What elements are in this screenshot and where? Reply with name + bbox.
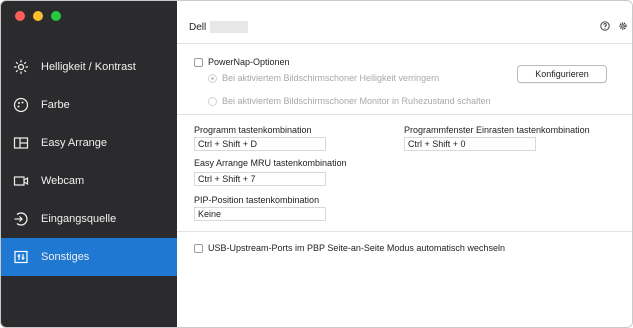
input-source-icon bbox=[13, 211, 29, 227]
usb-option: USB-Upstream-Ports im PBP Seite-an-Seite… bbox=[194, 243, 505, 253]
sidebar-item-color[interactable]: Farbe bbox=[1, 86, 177, 124]
minimize-window-button[interactable] bbox=[33, 11, 43, 21]
brightness-icon bbox=[13, 59, 29, 75]
usb-checkbox[interactable] bbox=[194, 243, 203, 253]
easy-arrange-icon bbox=[13, 135, 29, 151]
program-shortcut-field[interactable]: Ctrl + Shift + D bbox=[194, 137, 326, 151]
monitor-model-redacted bbox=[210, 21, 249, 33]
sleep-label: Bei aktiviertem Bildschirmschoner Monito… bbox=[222, 96, 491, 106]
gear-icon[interactable] bbox=[618, 21, 628, 33]
sidebar-item-label: Sonstiges bbox=[41, 251, 90, 263]
close-window-button[interactable] bbox=[15, 11, 25, 21]
powernap-label: PowerNap-Optionen bbox=[208, 57, 290, 67]
pip-shortcut-label: PIP-Position tastenkombination bbox=[194, 195, 320, 205]
sidebar-item-label: Eingangsquelle bbox=[41, 213, 117, 225]
dim-label: Bei aktiviertem Bildschirmschoner Hellig… bbox=[222, 73, 440, 83]
sleep-radio[interactable] bbox=[208, 96, 217, 106]
powernap-sleep-option: Bei aktiviertem Bildschirmschoner Monito… bbox=[208, 96, 491, 106]
webcam-icon bbox=[13, 173, 29, 189]
header: Dell bbox=[189, 19, 628, 35]
configure-button[interactable]: Konfigurieren bbox=[517, 65, 607, 83]
program-shortcut-label: Programm tastenkombination bbox=[194, 125, 312, 135]
powernap-dim-option: Bei aktiviertem Bildschirmschoner Hellig… bbox=[208, 73, 439, 83]
sidebar: Helligkeit / Kontrast Farbe Easy Arrange… bbox=[1, 1, 177, 327]
sidebar-item-label: Webcam bbox=[41, 175, 85, 187]
sidebar-item-easy-arrange[interactable]: Easy Arrange bbox=[1, 124, 177, 162]
maximize-window-button[interactable] bbox=[51, 11, 61, 21]
mru-shortcut-field[interactable]: Ctrl + Shift + 7 bbox=[194, 172, 326, 186]
snap-shortcut-label: Programmfenster Einrasten tastenkombinat… bbox=[404, 125, 590, 135]
sidebar-nav: Helligkeit / Kontrast Farbe Easy Arrange… bbox=[1, 48, 177, 276]
window-controls bbox=[15, 11, 61, 21]
others-icon bbox=[13, 249, 29, 265]
monitor-brand: Dell bbox=[189, 21, 207, 33]
usb-label: USB-Upstream-Ports im PBP Seite-an-Seite… bbox=[208, 243, 505, 253]
sidebar-item-webcam[interactable]: Webcam bbox=[1, 162, 177, 200]
sidebar-item-label: Easy Arrange bbox=[41, 137, 108, 149]
sidebar-item-label: Farbe bbox=[41, 99, 70, 111]
mru-shortcut-label: Easy Arrange MRU tastenkombination bbox=[194, 158, 347, 168]
section-divider bbox=[177, 231, 632, 232]
section-divider bbox=[177, 114, 632, 115]
sidebar-item-label: Helligkeit / Kontrast bbox=[41, 61, 136, 73]
header-divider bbox=[177, 43, 632, 44]
sidebar-item-others[interactable]: Sonstiges bbox=[1, 238, 177, 276]
snap-shortcut-field[interactable]: Ctrl + Shift + 0 bbox=[404, 137, 536, 151]
main-panel: Dell PowerNap-Optionen Bei aktiviertem B… bbox=[177, 1, 632, 327]
powernap-option: PowerNap-Optionen bbox=[194, 57, 290, 67]
sidebar-item-brightness[interactable]: Helligkeit / Kontrast bbox=[1, 48, 177, 86]
help-icon[interactable] bbox=[600, 21, 610, 33]
pip-shortcut-field[interactable]: Keine bbox=[194, 207, 326, 221]
color-palette-icon bbox=[13, 97, 29, 113]
powernap-checkbox[interactable] bbox=[194, 57, 203, 67]
header-actions bbox=[600, 21, 628, 33]
sidebar-item-input-source[interactable]: Eingangsquelle bbox=[1, 200, 177, 238]
dim-radio[interactable] bbox=[208, 73, 217, 83]
app-window: Helligkeit / Kontrast Farbe Easy Arrange… bbox=[0, 0, 633, 328]
